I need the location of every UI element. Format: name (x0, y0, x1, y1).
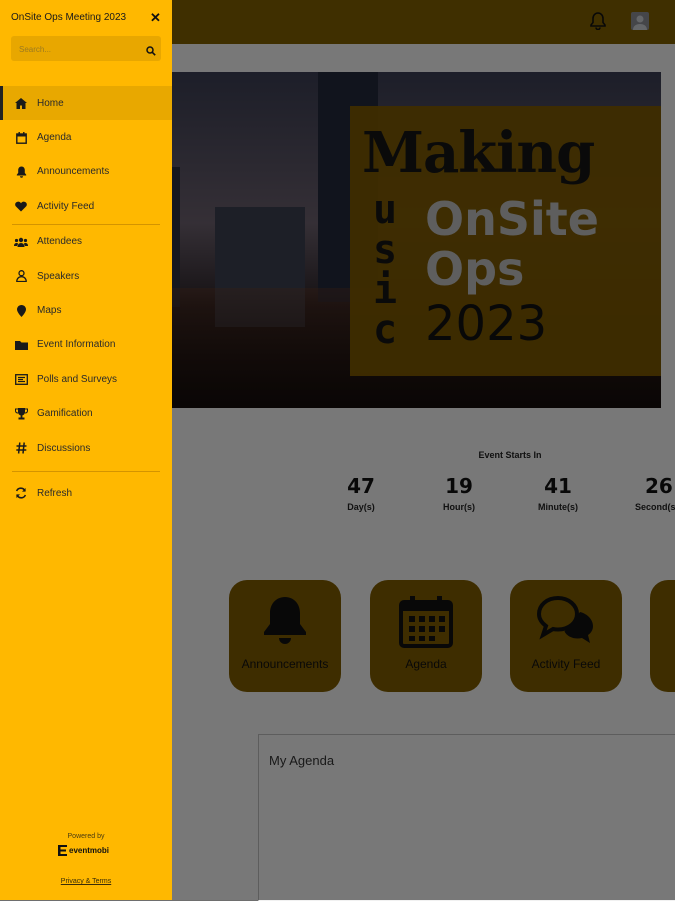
hashtag-icon (13, 440, 29, 456)
trophy-icon (13, 406, 29, 422)
close-icon[interactable]: ✕ (150, 10, 161, 26)
nav-item-activity-feed[interactable]: Activity Feed (0, 189, 172, 223)
nav-item-home[interactable]: Home (0, 86, 172, 121)
nav-item-refresh[interactable]: Refresh (0, 476, 172, 510)
nav-item-maps[interactable]: Maps (0, 293, 172, 327)
app-title: OnSite Ops Meeting 2023 (11, 12, 127, 23)
nav-item-speakers[interactable]: Speakers (0, 259, 172, 293)
nav-item-discussions[interactable]: Discussions (0, 431, 172, 465)
nav-item-gamification[interactable]: Gamification (0, 397, 172, 431)
nav-item-attendees[interactable]: Attendees (0, 225, 172, 259)
person-icon (13, 268, 29, 284)
nav-item-announcements[interactable]: Announcements (0, 155, 172, 189)
search-box (11, 36, 161, 61)
eventmobi-logo: eventmobi (58, 845, 109, 856)
privacy-terms-link[interactable]: Privacy & Terms (0, 878, 172, 885)
map-pin-icon (13, 303, 29, 319)
calendar-icon (13, 130, 29, 146)
home-icon (13, 95, 29, 111)
refresh-icon (13, 485, 29, 501)
users-icon (13, 234, 29, 250)
powered-by-label: Powered by (67, 833, 105, 840)
nav-drawer: OnSite Ops Meeting 2023 ✕ Home Agenda An… (0, 0, 172, 900)
search-icon[interactable] (146, 43, 156, 61)
nav-item-agenda[interactable]: Agenda (0, 120, 172, 154)
nav-menu: Home Agenda Announcements Activity Feed … (0, 86, 172, 511)
menu-divider (12, 471, 160, 473)
folder-icon (13, 337, 29, 353)
heart-icon (13, 198, 29, 214)
bell-icon (13, 164, 29, 180)
poll-icon (13, 371, 29, 387)
search-input[interactable] (17, 39, 141, 59)
nav-item-event-information[interactable]: Event Information (0, 328, 172, 362)
nav-item-polls-and-surveys[interactable]: Polls and Surveys (0, 362, 172, 396)
